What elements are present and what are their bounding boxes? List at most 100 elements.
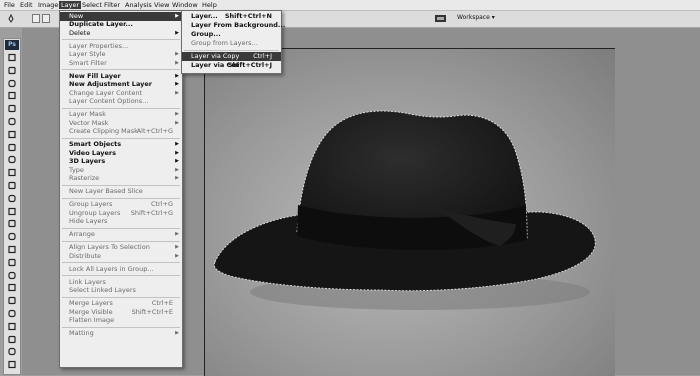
menu-item-layer-content-options[interactable]: Layer Content Options... [60,97,182,106]
marquee-tool-icon[interactable] [6,66,18,75]
quick-mask-tool-icon[interactable] [6,347,18,356]
photoshop-logo: Ps [5,40,19,50]
menu-item-delete[interactable]: Delete ▶ [60,29,182,38]
tool-preset-icon[interactable] [6,13,16,23]
menu-analysis[interactable]: Analysis [123,1,154,9]
document-canvas[interactable] [204,48,615,376]
menu-item-label: Select Linked Layers [69,286,136,295]
clone-stamp-tool-icon[interactable] [6,155,18,164]
3d-orbit-tool-icon[interactable] [6,296,18,305]
crop-tool-icon[interactable] [6,104,18,113]
menu-item-layer[interactable]: Layer... Shift+Ctrl+N [182,12,281,21]
menu-separator [62,197,180,199]
move-tool-icon[interactable] [6,53,18,62]
color-swatch-tool-icon[interactable] [6,335,18,344]
menu-image[interactable]: Image [36,1,60,9]
menu-item-group-from-layers[interactable]: Group from Layers... [182,39,281,48]
menu-item-smart-filter[interactable]: Smart Filter ▶ [60,59,182,68]
blur-tool-icon[interactable] [6,207,18,216]
workspace-icon[interactable] [434,14,448,23]
brush-tool-icon[interactable] [6,143,18,152]
menu-item-layer-via-cut[interactable]: Layer via Cut Shift+Ctrl+J [182,61,281,70]
shape-tool-icon[interactable] [6,271,18,280]
menu-select[interactable]: Select [80,1,104,9]
menu-separator [62,262,180,264]
menu-edit[interactable]: Edit [18,1,35,9]
menu-item-label: Group from Layers... [191,39,258,47]
gradient-tool-icon[interactable] [6,194,18,203]
menu-window[interactable]: Window [170,1,200,9]
lasso-tool-icon[interactable] [6,79,18,88]
menu-item-rasterize[interactable]: Rasterize ▶ [60,174,182,183]
menu-item-select-linked-layers[interactable]: Select Linked Layers [60,286,182,295]
menu-item-layer-via-copy[interactable]: Layer via Copy Ctrl+J [182,52,281,61]
menu-item-label: Group... [191,30,221,38]
submenu-arrow-icon: ▶ [175,231,179,238]
menu-item-label: Matting [69,329,94,338]
new-selection-icon[interactable] [32,14,40,23]
menu-item-layer-from-background[interactable]: Layer From Background... [182,21,285,30]
menu-item-label: New Layer Based Slice [69,187,143,196]
menu-item-label: Rasterize [69,174,100,183]
menu-item-label: Distribute [69,251,102,260]
type-tool-icon[interactable] [6,245,18,254]
add-selection-icon[interactable] [42,14,50,23]
menu-item-label: Ungroup Layers [69,208,121,217]
menu-separator [62,296,180,298]
eyedropper-tool-icon[interactable] [6,117,18,126]
menu-item-label: Layer Content Options... [69,97,149,106]
menu-separator [62,69,180,71]
menu-item-matting[interactable]: Matting ▶ [60,329,182,338]
path-selection-tool-icon[interactable] [6,258,18,267]
dodge-tool-icon[interactable] [6,219,18,228]
menu-help[interactable]: Help [200,1,219,9]
menu-item-label: Layer Properties... [69,41,129,50]
menu-item-shortcut: Shift+Ctrl+N [224,12,272,20]
new-submenu: Layer... Shift+Ctrl+N Layer From Backgroun… [181,10,285,74]
menu-item-flatten-image[interactable]: Flatten Image [60,316,182,325]
menu-separator [62,275,180,277]
menu-item-label: Change Layer Content [69,88,142,97]
menu-item-label: New [69,12,84,20]
menu-item-label: Layer Mask [69,110,106,119]
menu-item-shortcut: Shift+Ctrl+J [227,61,272,69]
menu-item-lock-all-layers-in-group[interactable]: Lock All Layers in Group... [60,265,182,274]
menu-layer[interactable]: Layer [59,1,82,9]
layer-menu: New ▶ Duplicate Layer... Delete ▶ Layer Prope… [59,10,183,368]
menu-separator [62,137,180,139]
menu-item-label: Delete [69,28,91,37]
menu-item-label: Video Layers [69,148,116,157]
submenu-arrow-icon: ▶ [175,175,179,182]
menu-file[interactable]: File [2,1,17,9]
pen-tool-icon[interactable] [6,232,18,241]
3d-rotate-tool-icon[interactable] [6,283,18,292]
submenu-arrow-icon: ▶ [175,59,179,66]
menu-item-label: New Adjustment Layer [69,80,152,89]
menu-item-arrange[interactable]: Arrange ▶ [60,230,182,239]
menu-item-group[interactable]: Group... [182,30,281,39]
healing-brush-tool-icon[interactable] [6,130,18,139]
menu-item-distribute[interactable]: Distribute ▶ [60,252,182,261]
zoom-tool-icon[interactable] [6,322,18,331]
hand-tool-icon[interactable] [6,309,18,318]
menu-item-label: Layer From Background... [191,21,286,29]
magic-wand-tool-icon[interactable] [6,91,18,100]
menu-item-label: Merge Layers [69,299,113,308]
menu-item-label: Group Layers [69,200,113,209]
screen-mode-tool-icon[interactable] [6,360,18,369]
menu-item-new-layer-based-slice[interactable]: New Layer Based Slice [60,187,182,196]
menu-item-label: 3D Layers [69,157,106,166]
menu-item-create-clipping-mask[interactable]: Create Clipping Mask Alt+Ctrl+G [60,127,182,136]
workspace-button[interactable]: Workspace ▾ [457,14,495,21]
menu-separator [62,107,180,109]
menu-view[interactable]: View [152,1,171,9]
eraser-tool-icon[interactable] [6,181,18,190]
menu-item-label: Create Clipping Mask [69,127,138,136]
menu-filter[interactable]: Filter [102,1,122,9]
menu-separator [62,227,180,229]
history-brush-tool-icon[interactable] [6,168,18,177]
menu-item-hide-layers[interactable]: Hide Layers [60,217,182,226]
menu-item-label: Smart Filter [69,58,107,67]
submenu-arrow-icon: ▶ [175,330,179,337]
menu-separator [62,184,180,186]
